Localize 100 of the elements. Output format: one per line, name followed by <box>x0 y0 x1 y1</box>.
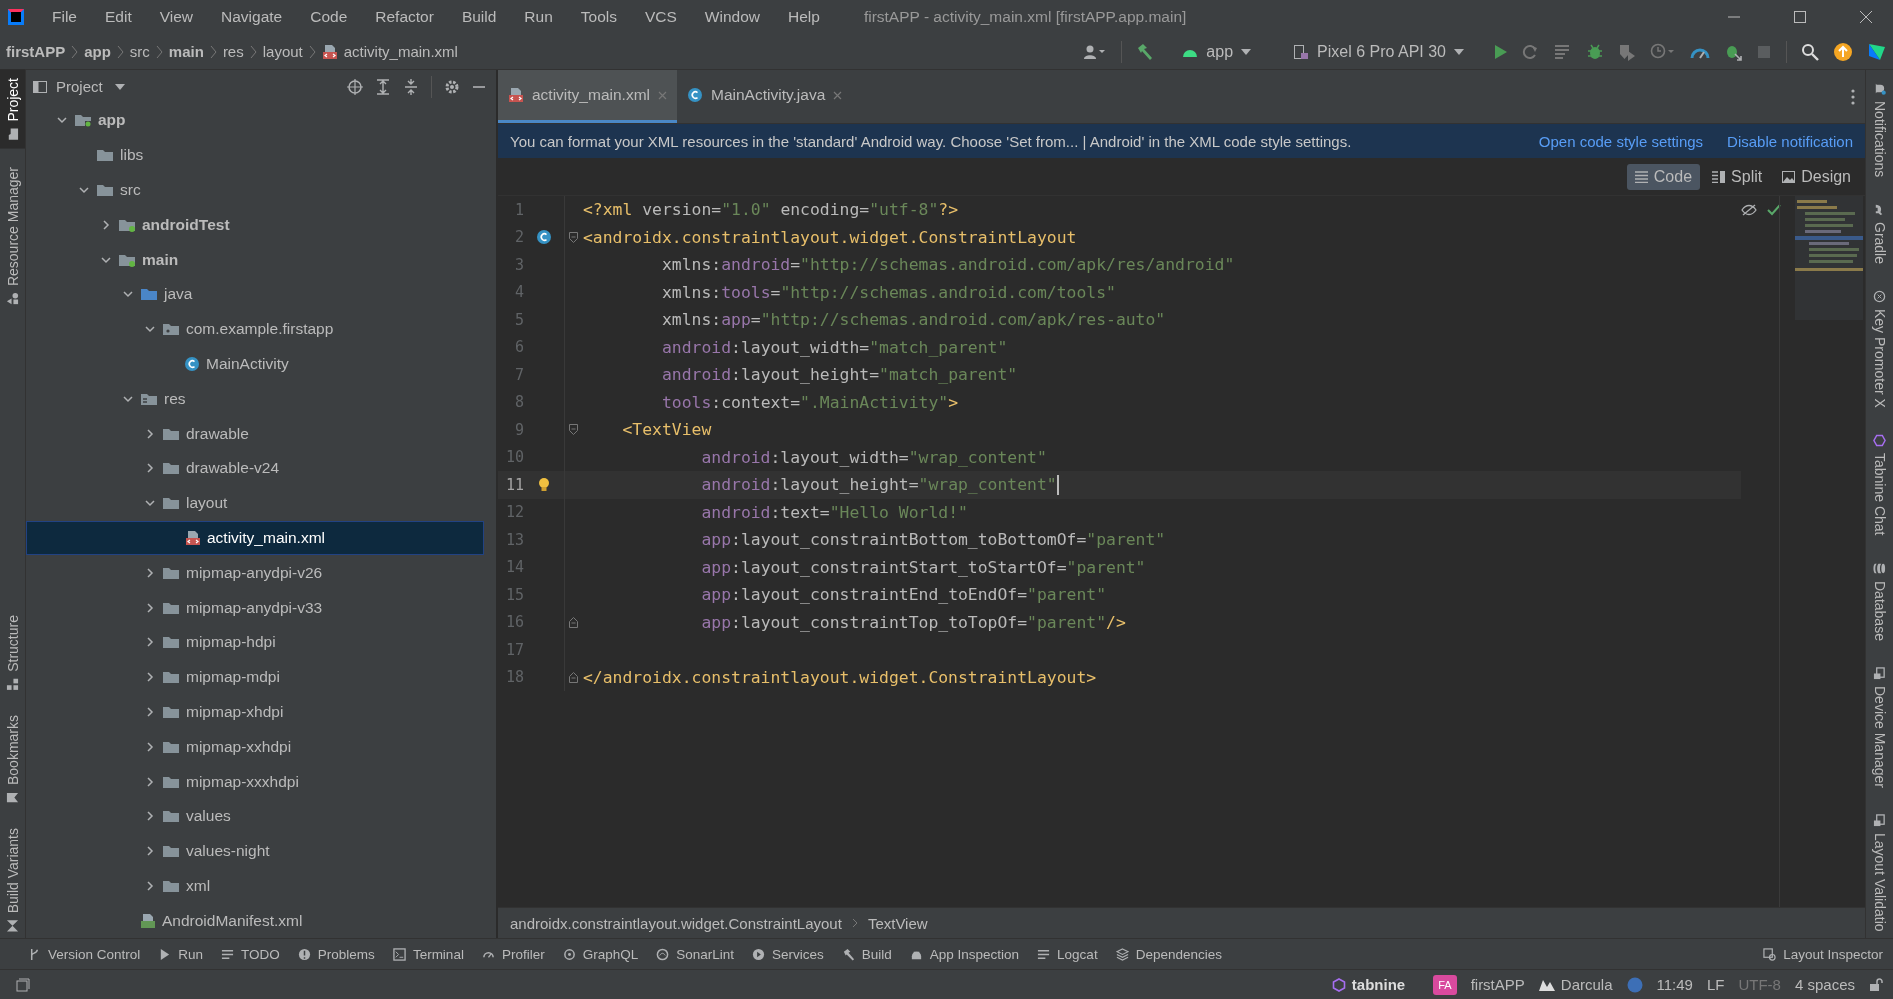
menu-item[interactable]: Help <box>788 8 820 26</box>
tool-window-tab[interactable]: Bookmarks <box>0 708 25 810</box>
breadcrumb-item[interactable]: app <box>84 43 111 60</box>
tree-item[interactable]: drawable <box>26 416 484 451</box>
menu-item[interactable]: File <box>52 8 77 26</box>
editor-tab[interactable]: activity_main.xml <box>498 70 677 123</box>
line-number: 14 <box>504 558 524 577</box>
tool-window-button[interactable]: Build <box>841 946 892 962</box>
code-line: android:layout_height="wrap_content" <box>700 475 1057 495</box>
run-config-dropdown[interactable]: app <box>1182 42 1252 61</box>
tree-item[interactable]: mipmap-anydpi-v33 <box>26 590 484 625</box>
tool-window-tab[interactable]: Project <box>0 70 25 149</box>
line-number: 9 <box>513 420 524 439</box>
tool-window-tab[interactable]: Tabnine Chat <box>1866 428 1893 542</box>
tool-window-tab[interactable]: Notifications <box>1866 76 1893 184</box>
panel-title[interactable]: Project <box>56 78 103 95</box>
tool-window-tab[interactable]: Structure <box>0 608 25 697</box>
tree-item[interactable]: res <box>26 381 484 417</box>
tool-window-button[interactable]: App Inspection <box>909 946 1020 962</box>
device-dropdown[interactable]: Pixel 6 Pro API 30 <box>1293 42 1464 61</box>
tree-item[interactable]: mipmap-mdpi <box>26 659 484 695</box>
code-line: xmlns:tools="http://schemas.android.com/tools" <box>660 282 1116 302</box>
tree-item[interactable]: androidTest <box>26 207 484 243</box>
code-line: android:text="Hello World!" <box>700 502 968 522</box>
banner-link[interactable]: Open code style settings <box>1538 132 1704 150</box>
project-badge: FA <box>1433 974 1457 995</box>
tree-item[interactable]: values-night <box>26 833 484 869</box>
line-separator[interactable]: LF <box>1706 976 1725 993</box>
tool-window-button[interactable]: Logcat <box>1037 946 1098 962</box>
tool-window-tab[interactable]: Layout Validatio <box>1866 807 1893 938</box>
tool-window-button[interactable]: Layout Inspector <box>1763 946 1883 962</box>
tool-window-button[interactable]: Version Control <box>28 946 141 962</box>
tree-item[interactable]: MainActivity <box>26 346 484 382</box>
tool-window-button[interactable]: Profiler <box>481 946 545 962</box>
tool-window-tab[interactable]: Device Manager <box>1866 660 1893 794</box>
menu-item[interactable]: Code <box>310 8 348 26</box>
line-number: 11 <box>504 475 524 494</box>
tree-item[interactable]: mipmap-hdpi <box>26 624 484 660</box>
view-mode-button[interactable]: Split <box>1704 163 1771 190</box>
tool-window-tab[interactable]: Build Variants <box>0 821 25 938</box>
tool-window-tab[interactable]: Database <box>1866 555 1893 647</box>
banner-link[interactable]: Disable notification <box>1727 132 1853 150</box>
menu-item[interactable]: View <box>159 8 194 26</box>
tree-item[interactable]: src <box>26 172 484 208</box>
breadcrumb-item[interactable]: TextView <box>867 914 928 932</box>
code-line: android:layout_width="wrap_content" <box>700 447 1047 467</box>
tabnine-status[interactable]: tabnine <box>1331 976 1406 993</box>
line-number: 8 <box>513 393 524 412</box>
tool-window-tab[interactable]: Key Promoter X <box>1866 284 1893 415</box>
tool-window-button[interactable]: Problems <box>297 946 375 962</box>
line-number: 7 <box>513 365 524 384</box>
breadcrumb-item[interactable]: firstAPP <box>6 43 66 60</box>
tree-item[interactable]: mipmap-anydpi-v26 <box>26 555 484 591</box>
menu-item[interactable]: Window <box>704 8 760 26</box>
tool-window-button[interactable]: SonarLint <box>656 946 734 962</box>
editor-tab[interactable]: MainActivity.java <box>677 70 853 123</box>
tool-window-button[interactable]: GraphQL <box>562 946 639 962</box>
menu-item[interactable]: Build <box>461 8 497 26</box>
tool-window-button[interactable]: Services <box>752 946 824 962</box>
breadcrumb-item[interactable]: src <box>129 43 150 60</box>
tree-item[interactable]: mipmap-xxxhdpi <box>26 764 484 799</box>
tool-window-button[interactable]: Run <box>158 946 204 962</box>
project-name[interactable]: firstAPP <box>1470 976 1525 993</box>
tree-item[interactable]: main <box>26 242 484 277</box>
indent-setting[interactable]: 4 spaces <box>1794 976 1855 993</box>
line-number: 6 <box>513 338 524 357</box>
tree-item[interactable]: com.example.firstapp <box>26 311 484 347</box>
tree-item[interactable]: drawable-v24 <box>26 450 484 486</box>
tree-item[interactable]: libs <box>26 137 484 173</box>
tree-item[interactable]: mipmap-xhdpi <box>26 694 484 730</box>
code-line: app:layout_constraintStart_toStartOf="parent" <box>700 557 1146 577</box>
theme-switcher[interactable]: Darcula <box>1538 976 1613 993</box>
view-mode-button[interactable]: Code <box>1626 163 1701 190</box>
view-mode-button[interactable]: Design <box>1774 163 1859 190</box>
tool-window-button[interactable]: TODO <box>221 946 280 962</box>
tree-item[interactable]: java <box>26 277 484 312</box>
menu-item[interactable]: Run <box>524 8 553 26</box>
menu-item[interactable]: VCS <box>644 8 677 26</box>
tree-item[interactable]: xml <box>26 868 484 904</box>
tool-window-tab[interactable]: Gradle <box>1866 197 1893 271</box>
breadcrumb-item[interactable]: activity_main.xml <box>343 43 458 60</box>
tree-item[interactable]: mipmap-xxhdpi <box>26 729 484 765</box>
breadcrumb-item[interactable]: layout <box>262 43 303 60</box>
tool-window-button[interactable]: Terminal <box>392 946 464 962</box>
caret-position[interactable]: 11:49 <box>1656 976 1693 993</box>
tree-item[interactable]: app <box>26 103 484 138</box>
breadcrumb-item[interactable]: main <box>168 43 204 60</box>
line-number: 12 <box>504 503 524 522</box>
tool-window-button[interactable]: Dependencies <box>1115 946 1222 962</box>
menu-item[interactable]: Tools <box>580 8 617 26</box>
tree-item[interactable]: layout <box>26 485 484 521</box>
tool-window-tab[interactable]: Resource Manager <box>0 160 25 311</box>
menu-item[interactable]: Navigate <box>221 8 283 26</box>
menu-item[interactable]: Edit <box>105 8 132 26</box>
breadcrumb-item[interactable]: res <box>222 43 244 60</box>
breadcrumb-item[interactable]: androidx.constraintlayout.widget.ConstraintLayout <box>510 914 842 932</box>
menu-item[interactable]: Refactor <box>375 8 434 26</box>
tree-item[interactable]: AndroidManifest.xml <box>26 903 484 938</box>
tree-item[interactable]: activity_main.xml <box>26 520 484 556</box>
tree-item[interactable]: values <box>26 798 484 834</box>
